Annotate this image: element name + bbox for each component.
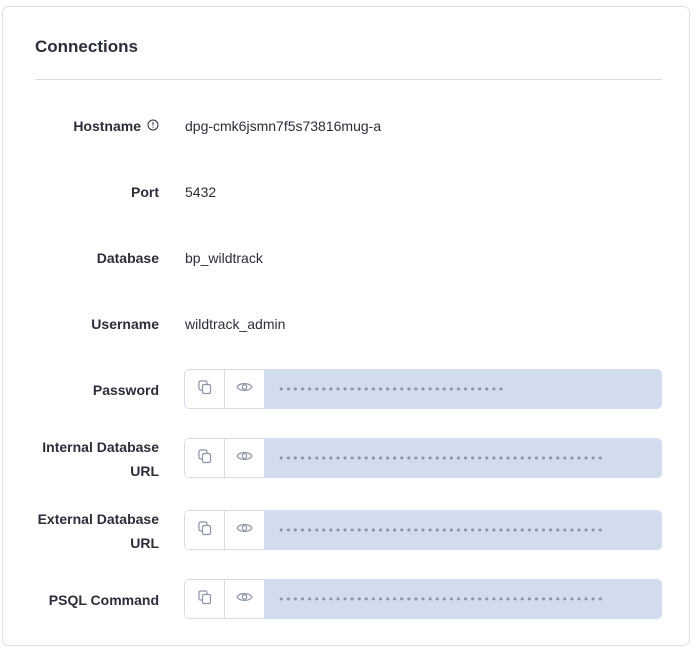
connections-card: Connections Hostname dpg-cmk6jsmn7f5s738…: [2, 6, 690, 646]
psql-command-reveal-button[interactable]: [224, 579, 264, 619]
password-copy-button[interactable]: [184, 369, 224, 409]
external-url-reveal-button[interactable]: [224, 510, 264, 550]
copy-icon: [197, 379, 213, 400]
port-label: Port: [131, 184, 159, 200]
password-field: ••••••••••••••••••••••••••••••••: [184, 369, 662, 409]
eye-icon: [236, 521, 253, 539]
info-circle-icon[interactable]: [147, 114, 159, 138]
password-masked-value[interactable]: ••••••••••••••••••••••••••••••••: [264, 369, 662, 409]
database-label: Database: [96, 250, 159, 266]
psql-command-field: ••••••••••••••••••••••••••••••••••••••••…: [184, 579, 662, 619]
eye-icon: [236, 590, 253, 608]
username-label: Username: [91, 316, 159, 332]
hostname-label-text: Hostname: [73, 118, 141, 134]
copy-icon: [197, 520, 213, 541]
internal-url-field: ••••••••••••••••••••••••••••••••••••••••…: [184, 438, 662, 478]
psql-command-masked-value[interactable]: ••••••••••••••••••••••••••••••••••••••••…: [264, 579, 662, 619]
eye-icon: [236, 380, 253, 398]
internal-url-copy-button[interactable]: [184, 438, 224, 478]
external-url-label-line1: External Database: [37, 511, 159, 527]
password-reveal-button[interactable]: [224, 369, 264, 409]
psql-command-copy-button[interactable]: [184, 579, 224, 619]
hostname-label: Hostname: [9, 114, 159, 138]
external-url-field: ••••••••••••••••••••••••••••••••••••••••…: [184, 510, 662, 550]
internal-url-reveal-button[interactable]: [224, 438, 264, 478]
psql-command-label: PSQL Command: [48, 592, 159, 608]
eye-icon: [236, 449, 253, 467]
copy-icon: [197, 448, 213, 469]
internal-url-label-line1: Internal Database: [42, 439, 159, 455]
copy-icon: [197, 589, 213, 610]
internal-url-masked-value[interactable]: ••••••••••••••••••••••••••••••••••••••••…: [264, 438, 662, 478]
password-label: Password: [92, 382, 159, 398]
section-title: Connections: [35, 37, 138, 56]
port-value: 5432: [185, 184, 217, 200]
title-divider: [35, 79, 662, 80]
hostname-value: dpg-cmk6jsmn7f5s73816mug-a: [185, 118, 382, 134]
external-url-masked-value[interactable]: ••••••••••••••••••••••••••••••••••••••••…: [264, 510, 662, 550]
database-value: bp_wildtrack: [185, 250, 263, 266]
external-url-copy-button[interactable]: [184, 510, 224, 550]
username-value: wildtrack_admin: [185, 316, 286, 332]
external-url-label-line2: URL: [130, 535, 159, 551]
internal-url-label-line2: URL: [130, 463, 159, 479]
